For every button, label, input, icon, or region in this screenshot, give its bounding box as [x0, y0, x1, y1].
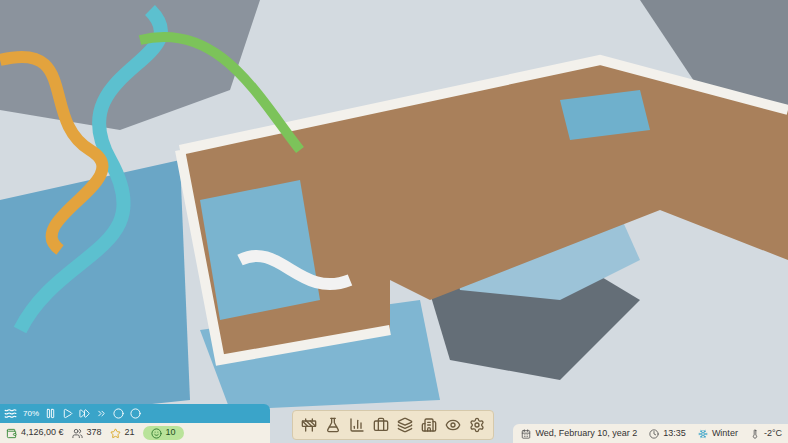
research-icon[interactable] — [325, 417, 341, 433]
happiness-stat: 10 — [143, 426, 184, 440]
water-slide — [140, 37, 300, 150]
info-bar: Wed, February 10, year 2 13:35 Winter -2°C — [513, 424, 788, 443]
thermometer-icon — [750, 429, 760, 439]
pause-icon[interactable] — [45, 408, 56, 419]
time: 13:35 — [649, 427, 686, 441]
fastest-icon[interactable] — [96, 408, 107, 419]
snow-ground — [0, 0, 788, 443]
game-world[interactable] — [0, 0, 788, 443]
money-stat: 4,126,00 € — [6, 426, 64, 440]
buildings-icon[interactable] — [421, 417, 437, 433]
indoor-pool — [200, 180, 320, 320]
date: Wed, February 10, year 2 — [521, 427, 637, 441]
season: Winter — [698, 427, 738, 441]
stats-icon[interactable] — [349, 417, 365, 433]
dot-icon[interactable] — [130, 408, 141, 419]
view-icon[interactable] — [445, 417, 461, 433]
rating-stat: 21 — [110, 426, 135, 440]
smile-icon — [151, 428, 162, 439]
stats-bar: 4,126,00 € 378 21 10 — [0, 423, 270, 443]
water-slide — [0, 57, 102, 250]
temperature: -2°C — [750, 427, 782, 441]
outdoor-pool — [0, 160, 190, 420]
layers-icon[interactable] — [397, 417, 413, 433]
build-icon[interactable] — [301, 417, 317, 433]
staff-icon[interactable] — [373, 417, 389, 433]
record-icon[interactable] — [113, 408, 124, 419]
tool-bar — [292, 410, 494, 440]
clock-icon — [649, 429, 659, 439]
wallet-icon — [6, 428, 17, 439]
gear-icon[interactable] — [469, 417, 485, 433]
fast-forward-icon[interactable] — [79, 408, 90, 419]
game-screen: 70% 4,126,00 € 378 21 10 Wed, February 10, ye… — [0, 0, 788, 443]
park-icon[interactable] — [4, 407, 17, 420]
zoom-level: 70% — [23, 408, 39, 420]
left-hud: 70% 4,126,00 € 378 21 10 — [0, 404, 270, 443]
play-icon[interactable] — [62, 408, 73, 419]
speed-bar: 70% — [0, 404, 270, 423]
calendar-icon — [521, 429, 531, 439]
water-slide — [240, 256, 350, 284]
snowflake-icon — [698, 429, 708, 439]
visitors-icon — [72, 428, 83, 439]
indoor-pool — [560, 90, 650, 140]
star-icon — [110, 428, 121, 439]
visitors-stat: 378 — [72, 426, 102, 440]
